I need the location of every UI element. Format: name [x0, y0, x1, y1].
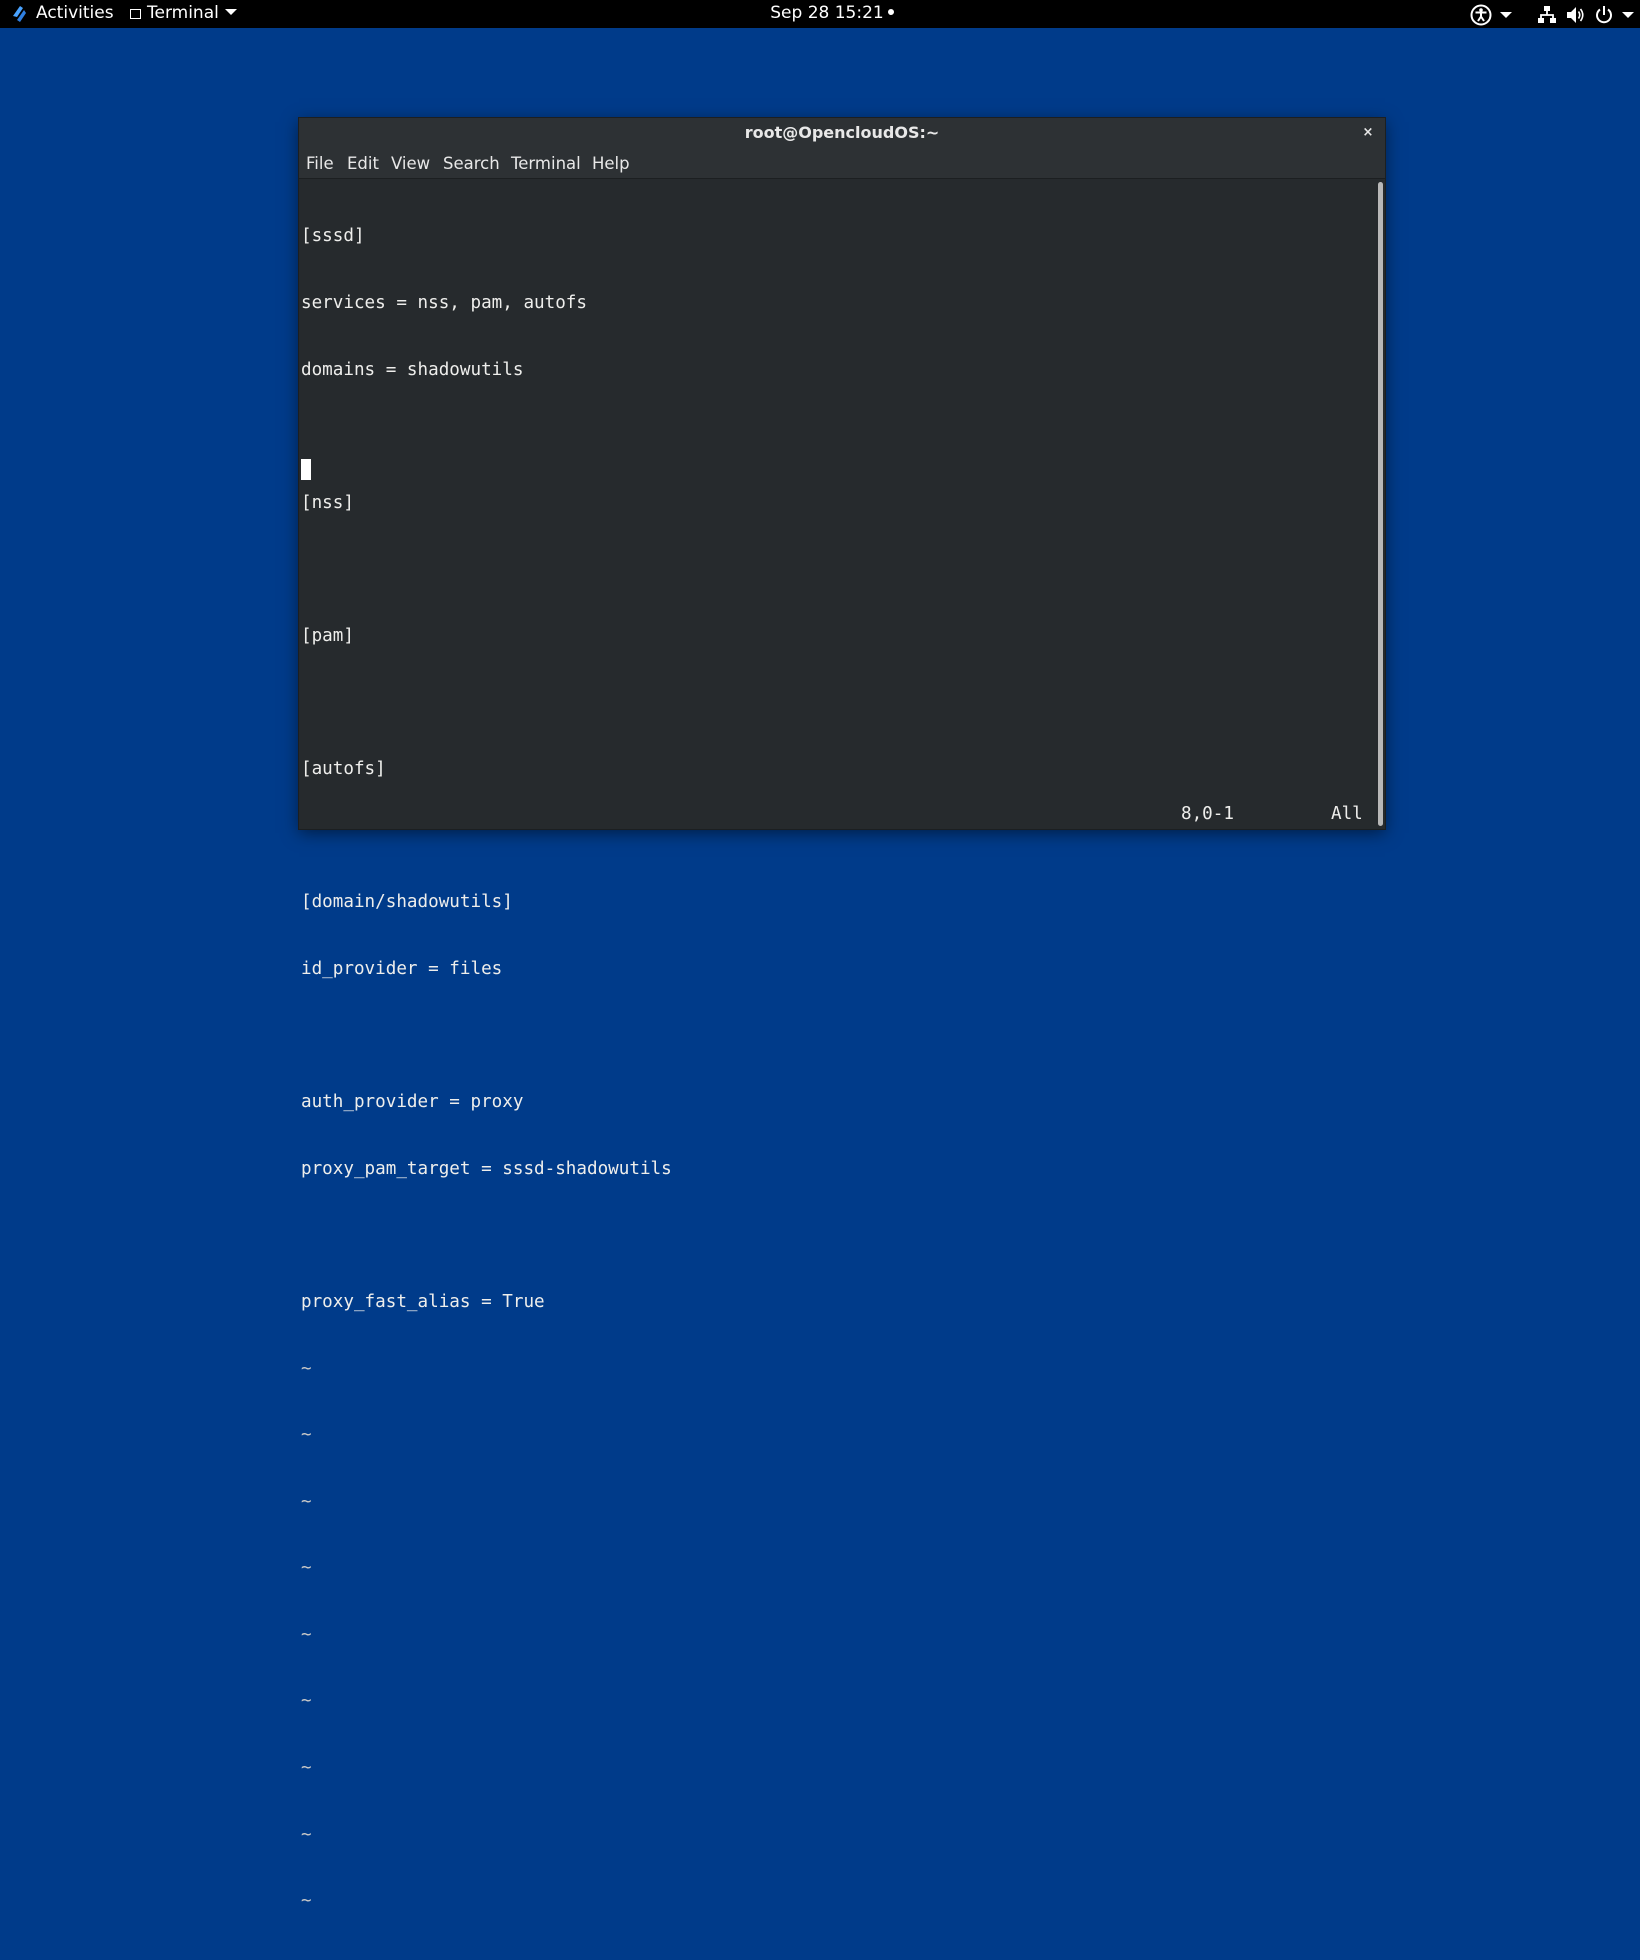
empty-line-tilde: ~: [301, 1824, 312, 1845]
notification-dot-icon: [887, 9, 894, 15]
editor-line: [domain/shadowutils]: [301, 892, 513, 913]
clock-button[interactable]: Sep 28 15:21: [0, 0, 1640, 28]
empty-line-tilde: ~: [301, 1891, 312, 1912]
editor-line: [pam]: [301, 625, 354, 646]
empty-line-tilde: ~: [301, 1425, 312, 1446]
menu-search[interactable]: Search: [443, 148, 500, 178]
editor-line: proxy_pam_target = sssd-shadowutils: [301, 1158, 672, 1179]
volume-icon[interactable]: [1564, 4, 1586, 26]
system-tray[interactable]: [1460, 0, 1640, 28]
editor-line: auth_provider = proxy: [301, 1092, 524, 1113]
status-cursor-position: 8,0-1: [1181, 804, 1234, 824]
chevron-down-icon: [1500, 12, 1512, 18]
editor-line: services = nss, pam, autofs: [301, 293, 587, 313]
scrollbar[interactable]: [1378, 182, 1383, 826]
menu-terminal[interactable]: Terminal: [511, 148, 581, 178]
text-cursor: [301, 459, 311, 480]
menu-help[interactable]: Help: [592, 148, 630, 178]
editor-line: [nss]: [301, 492, 354, 513]
top-bar: Activities Terminal Sep 28 15:21: [0, 0, 1640, 28]
empty-line-tilde: ~: [301, 1758, 312, 1779]
editor-line: proxy_fast_alias = True: [301, 1291, 545, 1312]
editor-line: [autofs]: [301, 759, 386, 780]
window-title: root@OpencloudOS:~: [744, 123, 940, 142]
empty-line-tilde: ~: [301, 1358, 312, 1379]
network-icon[interactable]: [1536, 4, 1558, 26]
menu-file[interactable]: File: [306, 148, 334, 178]
status-scroll-position: All: [1331, 804, 1363, 824]
menu-bar: File Edit View Search Terminal Help: [299, 148, 1385, 179]
empty-line-tilde: ~: [301, 1558, 312, 1579]
empty-line-tilde: ~: [301, 1691, 312, 1712]
editor-line: domains = shadowutils: [301, 359, 524, 380]
power-icon[interactable]: [1593, 4, 1615, 26]
empty-line-tilde: ~: [301, 1491, 312, 1512]
editor-line: [sssd]: [301, 226, 365, 247]
menu-view[interactable]: View: [391, 148, 430, 178]
terminal-text-area[interactable]: [sssd] services = nss, pam, autofs domai…: [301, 181, 1371, 1960]
empty-line-tilde: ~: [301, 1957, 1371, 1960]
menu-edit[interactable]: Edit: [347, 148, 379, 178]
accessibility-icon[interactable]: [1470, 4, 1492, 26]
editor-line: id_provider = files: [301, 958, 503, 979]
window-titlebar[interactable]: root@OpencloudOS:~ ×: [299, 118, 1385, 148]
chevron-down-icon[interactable]: [1622, 12, 1634, 18]
terminal-window[interactable]: root@OpencloudOS:~ × File Edit View Sear…: [299, 118, 1385, 1960]
clock-label: Sep 28 15:21: [770, 3, 884, 23]
close-button[interactable]: ×: [1357, 122, 1379, 144]
empty-line-tilde: ~: [301, 1624, 312, 1645]
